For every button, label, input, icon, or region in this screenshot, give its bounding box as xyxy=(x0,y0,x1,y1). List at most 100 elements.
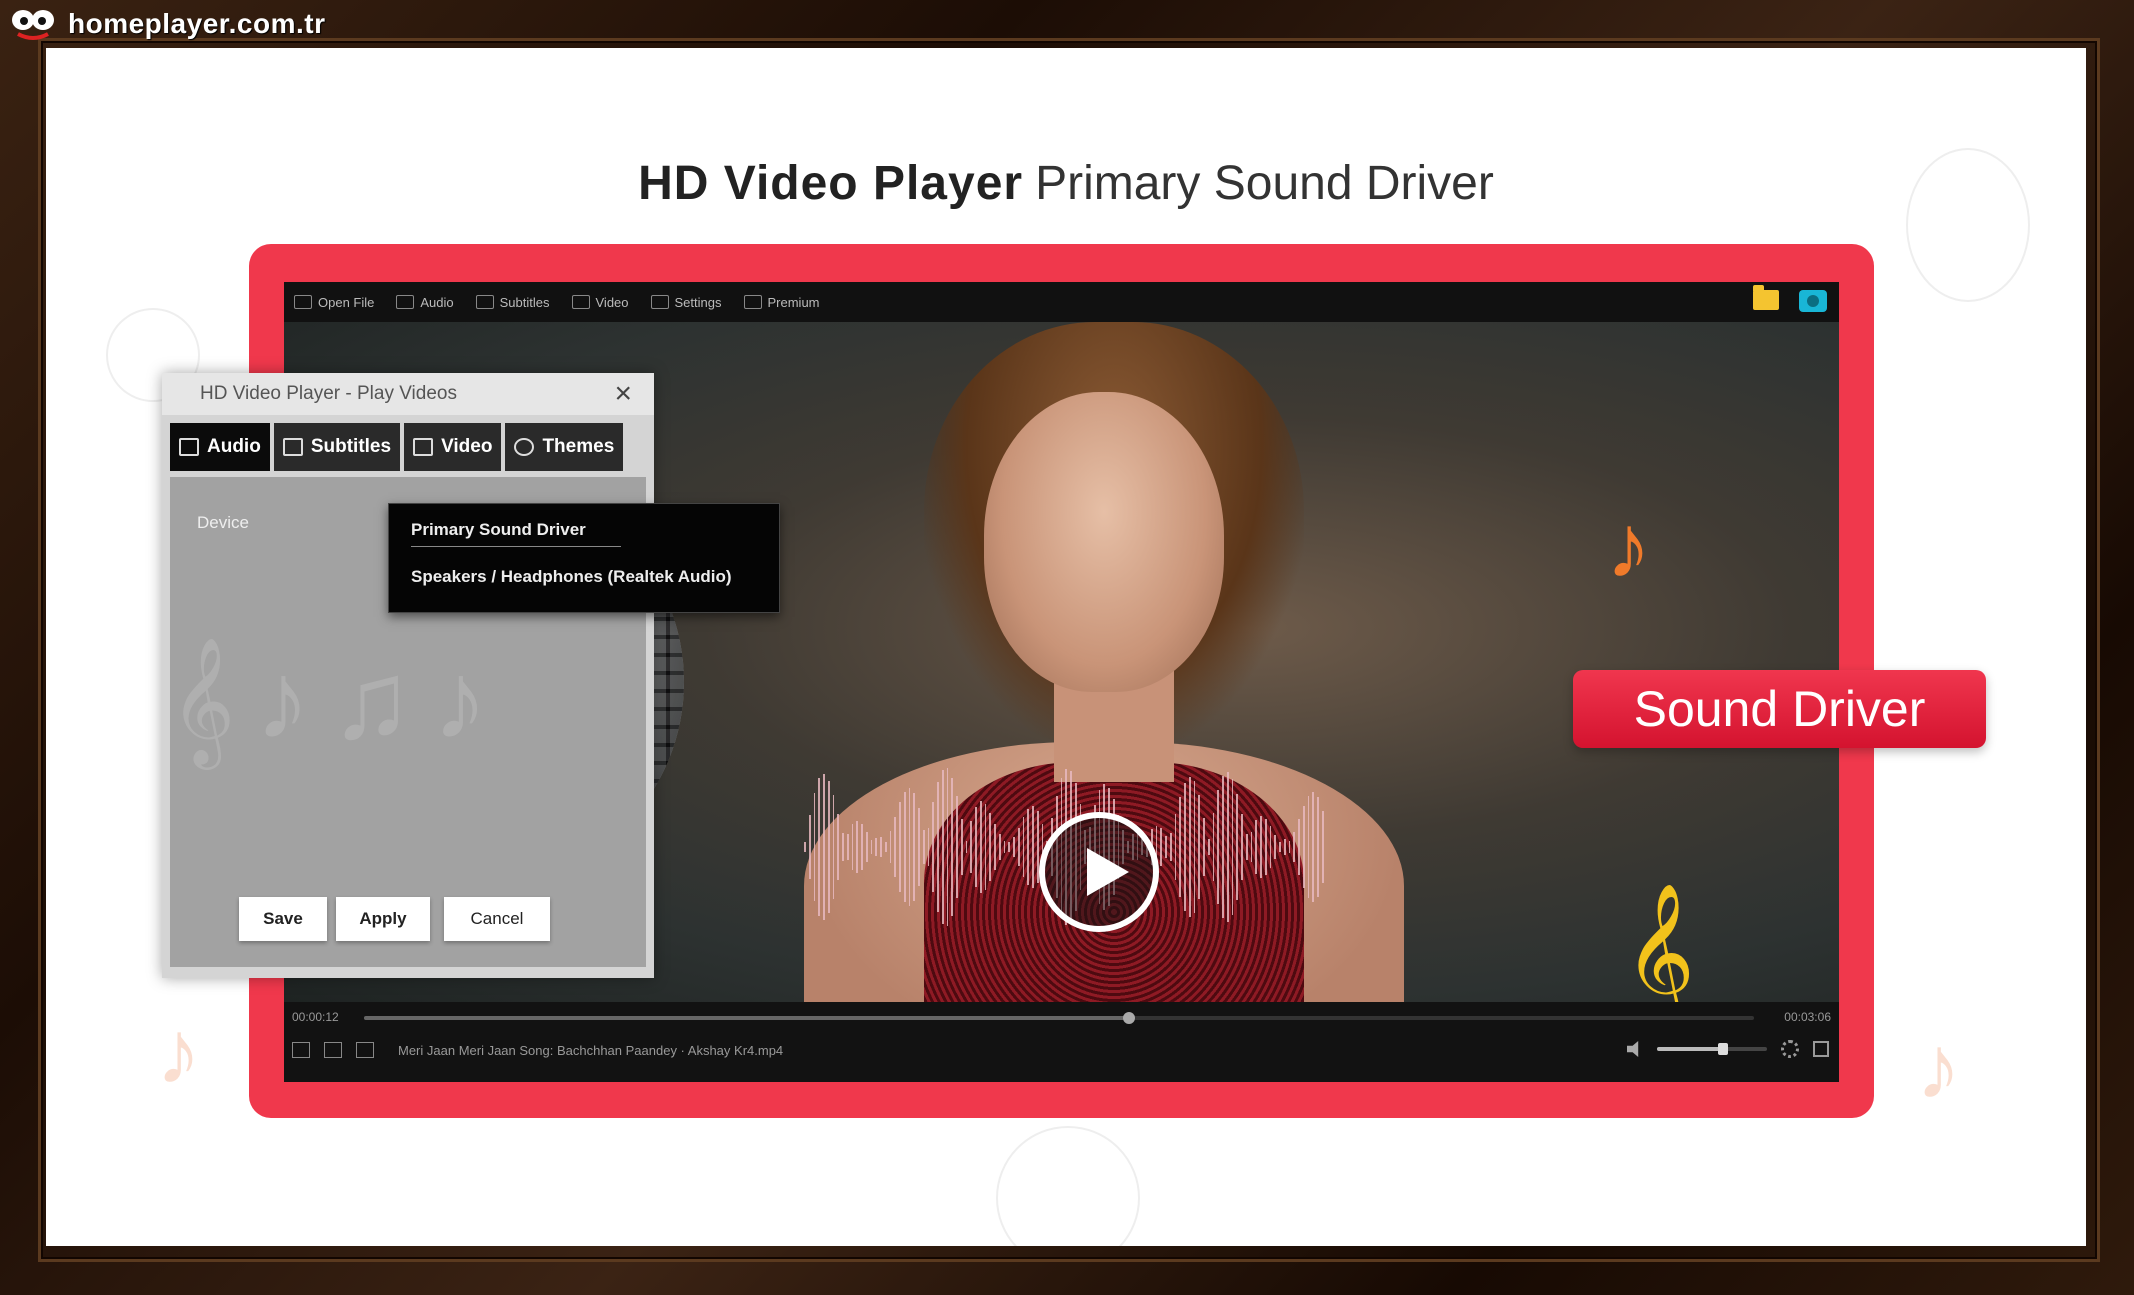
hand-icon xyxy=(743,295,762,309)
tab-label: Subtitles xyxy=(310,436,392,457)
waveform-bar xyxy=(1174,814,1177,880)
dropdown-option-speakers-headphones[interactable]: Speakers / Headphones (Realtek Audio) xyxy=(411,567,732,587)
dialog-titlebar: HD Video Player - Play Videos × xyxy=(162,373,654,415)
waveform-bar xyxy=(1184,782,1186,911)
menu-label: Open File xyxy=(318,294,375,310)
waveform-bar xyxy=(984,804,987,890)
waveform-bar xyxy=(1008,841,1010,853)
waveform-bar xyxy=(1317,797,1319,897)
waveform-bar xyxy=(1222,775,1224,919)
waveform-bar xyxy=(1245,834,1248,860)
waveform-bar xyxy=(884,841,887,853)
volume-icon[interactable] xyxy=(1627,1041,1639,1057)
audio-icon xyxy=(396,295,415,309)
close-icon[interactable]: × xyxy=(614,379,632,409)
waveform-bar xyxy=(975,806,977,888)
waveform-bar xyxy=(1165,836,1167,858)
waveform-bar xyxy=(998,834,1001,860)
waveform-bar xyxy=(804,842,806,852)
menu-label: Subtitles xyxy=(499,294,550,310)
waveform-bar xyxy=(1279,841,1281,853)
settings-dialog: HD Video Player - Play Videos × Audio Su… xyxy=(162,373,654,978)
menu-subtitles[interactable]: Subtitles xyxy=(475,294,550,310)
waveform-bar xyxy=(865,831,868,863)
menu-video[interactable]: Video xyxy=(571,294,629,310)
menu-premium[interactable]: Premium xyxy=(743,294,820,310)
waveform-bar xyxy=(1203,817,1205,877)
headline-bold: HD Video Player xyxy=(638,157,1024,210)
tab-themes[interactable]: Themes xyxy=(505,423,624,471)
seek-bar-fill xyxy=(364,1016,1129,1020)
site-bar: homeplayer.com.tr xyxy=(8,4,325,44)
seek-bar-thumb[interactable] xyxy=(1122,1012,1135,1024)
waveform-bar xyxy=(979,801,982,893)
waveform-bar xyxy=(1032,806,1034,888)
menu-audio[interactable]: Audio xyxy=(396,295,454,310)
tab-video[interactable]: Video xyxy=(404,423,502,471)
waveform-bar xyxy=(913,793,915,901)
menu-settings[interactable]: Settings xyxy=(650,295,722,310)
waveform-bar xyxy=(989,812,991,882)
waveform-bar xyxy=(856,820,858,874)
waveform-bar xyxy=(1241,813,1243,881)
waveform-bar xyxy=(1169,832,1172,862)
headline-light: Primary Sound Driver xyxy=(1035,157,1494,210)
open-folder-icon[interactable] xyxy=(1753,285,1779,310)
tab-audio[interactable]: Audio xyxy=(170,423,270,471)
waveform-bar xyxy=(1269,826,1272,868)
waveform-bar xyxy=(956,795,958,899)
menubar-right-tools xyxy=(1753,285,1827,312)
save-button[interactable]: Save xyxy=(239,897,327,941)
waveform-bar xyxy=(1022,817,1025,877)
time-elapsed: 00:00:12 xyxy=(292,1010,339,1024)
menu-open-file[interactable]: Open File xyxy=(294,295,374,310)
monitor-icon xyxy=(571,295,590,309)
fullscreen-icon[interactable] xyxy=(1813,1041,1829,1057)
waveform-bar xyxy=(1298,819,1300,875)
play-button[interactable] xyxy=(1039,812,1159,932)
player-menubar: Open File Audio Subtitles Video Settings… xyxy=(284,282,1839,322)
palette-icon xyxy=(514,438,535,456)
waveform-bar xyxy=(1236,793,1238,901)
waveform-bar xyxy=(1293,832,1295,862)
gear-icon[interactable] xyxy=(1781,1040,1799,1058)
waveform-bar xyxy=(1283,839,1286,855)
volume-slider[interactable] xyxy=(1657,1043,1767,1055)
seek-bar[interactable] xyxy=(364,1012,1754,1024)
menu-label: Premium xyxy=(767,294,820,310)
waveform-bar xyxy=(1013,836,1015,858)
menu-label: Video xyxy=(595,294,629,310)
waveform-bar xyxy=(1288,841,1291,853)
waveform-bar xyxy=(1260,816,1262,878)
dropdown-option-primary-sound-driver[interactable]: Primary Sound Driver xyxy=(411,520,621,547)
waveform-bar xyxy=(1274,835,1276,859)
waveform-bar xyxy=(994,823,996,871)
treble-clef-icon: 𝄞 xyxy=(1624,885,1695,1019)
device-dropdown-list: Primary Sound Driver Speakers / Headphon… xyxy=(388,503,780,613)
sound-driver-badge: Sound Driver xyxy=(1573,670,1986,748)
waveform-bar xyxy=(908,787,911,907)
headline: HD Video Player Primary Sound Driver xyxy=(46,156,2086,211)
volume-slider-thumb[interactable] xyxy=(1718,1043,1728,1055)
waveform-bar xyxy=(1302,805,1305,889)
tab-subtitles[interactable]: Subtitles xyxy=(273,423,401,471)
pause-icon[interactable] xyxy=(292,1042,310,1058)
speaker-icon xyxy=(179,438,199,456)
waveform-bar xyxy=(875,838,877,856)
snapshot-camera-icon[interactable] xyxy=(1799,290,1827,312)
waveform-bar xyxy=(1179,796,1181,898)
apply-button[interactable]: Apply xyxy=(336,897,430,941)
site-name[interactable]: homeplayer.com.tr xyxy=(68,8,325,40)
waveform-bar xyxy=(808,815,811,879)
waveform-bar xyxy=(1193,781,1196,913)
waveform-bar xyxy=(846,834,849,860)
hd-icon[interactable] xyxy=(356,1042,374,1058)
cancel-button[interactable]: Cancel xyxy=(444,897,550,941)
waveform-bar xyxy=(889,831,892,863)
waveform-bar xyxy=(1250,831,1253,863)
time-total: 00:03:06 xyxy=(1784,1010,1831,1024)
playlist-icon[interactable] xyxy=(324,1042,342,1058)
tab-label: Audio xyxy=(207,436,261,457)
subtitles-icon xyxy=(475,295,494,309)
tab-label: Video xyxy=(441,436,493,457)
